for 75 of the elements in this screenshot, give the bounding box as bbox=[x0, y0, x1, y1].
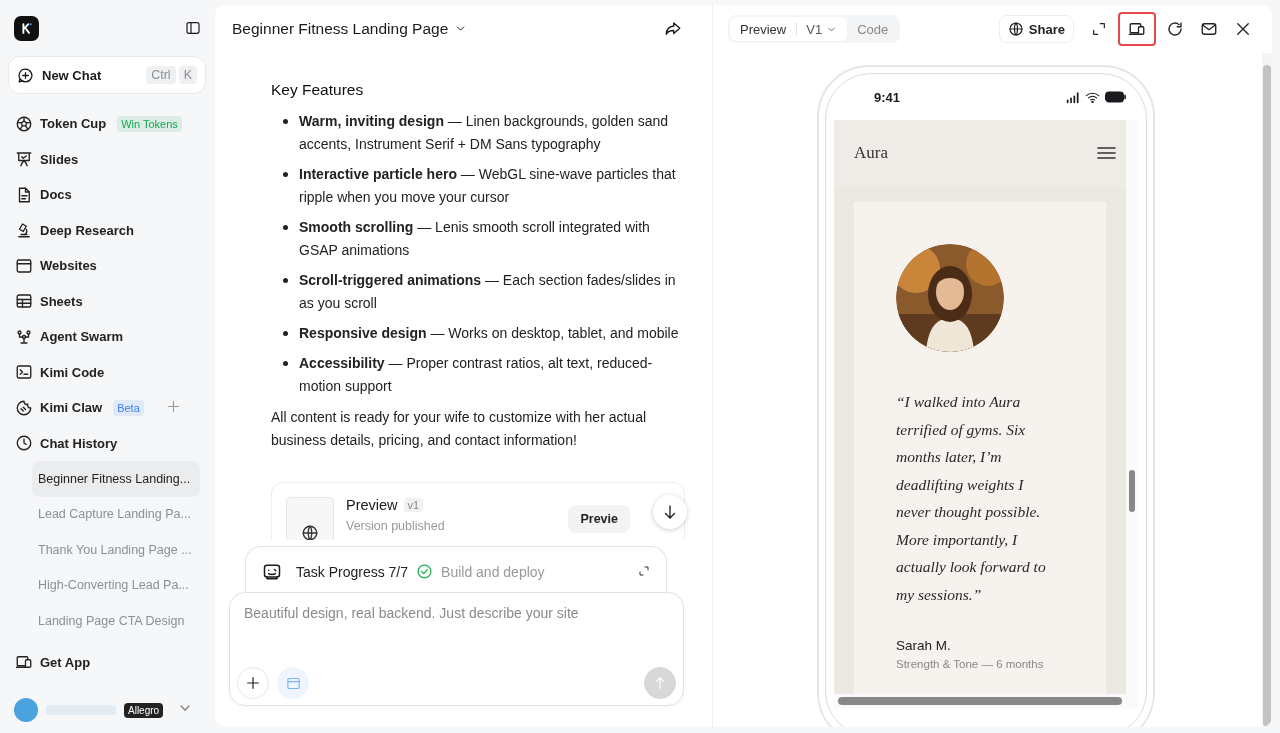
share-arrow-icon bbox=[664, 19, 682, 38]
scrollbar[interactable] bbox=[1262, 53, 1272, 727]
terminal-icon bbox=[15, 363, 33, 382]
plus-icon bbox=[245, 675, 261, 691]
plus-icon bbox=[166, 398, 181, 414]
preview-button[interactable]: Previe bbox=[568, 505, 630, 533]
shortcut-key: K bbox=[178, 66, 197, 84]
close-icon bbox=[1234, 20, 1252, 38]
sidebar-item[interactable]: Chat History bbox=[8, 425, 206, 461]
sidebar-item[interactable]: Kimi Claw Beta bbox=[8, 390, 206, 426]
task-step: Build and deploy bbox=[441, 563, 545, 580]
browser-window-icon bbox=[285, 675, 301, 691]
expand-icon bbox=[1091, 21, 1107, 37]
testimonial-quote: “I walked into Aura terrified of gyms. Six months later, I’m deadlifting weights I never thought possible. More importantly, I actually look forward to my sessions.” bbox=[896, 392, 1047, 605]
devices-icon bbox=[1128, 20, 1146, 38]
expand-icon bbox=[638, 564, 650, 577]
get-app-link[interactable]: Get App bbox=[8, 644, 206, 680]
chat-plus-icon bbox=[17, 66, 34, 84]
message-text: All content is ready for your wife to customize with her actual business details, pricing, and contact information! bbox=[271, 408, 648, 450]
add-button[interactable] bbox=[237, 667, 269, 699]
app-logo[interactable] bbox=[14, 15, 39, 41]
section-heading: Key Features bbox=[271, 81, 365, 99]
nav-badge: Win Tokens bbox=[117, 115, 182, 132]
scroll-down-button[interactable] bbox=[653, 495, 687, 529]
version-badge: v1 bbox=[403, 498, 424, 512]
check-circle-icon bbox=[416, 563, 434, 580]
testimonial-name: Sarah M. bbox=[896, 638, 952, 653]
feature-item: Scroll-triggered animations — Each section fades/slides in as you scroll bbox=[283, 269, 692, 315]
site-logo[interactable]: Aura bbox=[854, 143, 888, 163]
version-dropdown[interactable]: V1 bbox=[797, 17, 848, 41]
sidebar-item[interactable]: Kimi Code bbox=[8, 354, 206, 390]
user-avatar[interactable] bbox=[14, 698, 38, 722]
view-tab[interactable]: Preview bbox=[730, 17, 797, 41]
signal-icon bbox=[1065, 89, 1081, 105]
status-time: 9:41 bbox=[874, 89, 901, 105]
toolbar-button[interactable] bbox=[1118, 12, 1156, 46]
message-input[interactable]: Beautiful design, real backend. Just describe your site bbox=[229, 592, 684, 706]
feature-item: Accessibility — Proper contrast ratios, alt text, reduced-motion support bbox=[283, 352, 692, 398]
feature-item: Smooth scrolling — Lenis smooth scroll integrated with GSAP animations bbox=[283, 216, 692, 262]
sidebar-item[interactable]: Sheets bbox=[8, 283, 206, 319]
mail-icon bbox=[1200, 20, 1218, 38]
arrow-up-icon bbox=[652, 675, 668, 691]
nav-badge: Beta bbox=[113, 399, 144, 416]
testimonial-role: Strength & Tone — 6 months bbox=[896, 658, 1045, 670]
globe-icon bbox=[301, 524, 319, 540]
clock-icon bbox=[15, 434, 33, 453]
presentation-icon bbox=[15, 150, 33, 169]
feature-item: Responsive design — Works on desktop, tablet, and mobile bbox=[283, 322, 692, 345]
prompt-textarea[interactable]: Beautiful design, real backend. Just describe your site bbox=[244, 605, 664, 645]
network-icon bbox=[15, 327, 33, 346]
sidebar-item[interactable]: Deep Research bbox=[8, 212, 206, 248]
recent-chat-link[interactable]: Beginner Fitness Landing... bbox=[32, 461, 200, 497]
chat-title-dropdown[interactable]: Beginner Fitness Landing Page bbox=[232, 19, 468, 38]
preview-status: Version published bbox=[346, 519, 445, 533]
ball-icon bbox=[15, 114, 33, 133]
plan-badge: Allegro bbox=[124, 702, 164, 718]
globe-icon bbox=[1007, 21, 1024, 37]
task-progress-label: Task Progress 7/7 bbox=[296, 563, 409, 580]
sidebar-item[interactable]: Token Cup Win Tokens bbox=[8, 106, 206, 142]
feature-item: Interactive particle hero — WebGL sine-wave particles that ripple when you move your cursor bbox=[283, 163, 692, 209]
preview-title: Preview bbox=[346, 497, 398, 513]
sidebar-item[interactable]: Agent Swarm bbox=[8, 319, 206, 355]
shortcut-key: Ctrl bbox=[146, 66, 176, 84]
feature-item: Warm, inviting design — Linen backgrounds, golden sand accents, Instrument Serif + DM Sans typography bbox=[283, 110, 692, 156]
new-chat-button[interactable]: New Chat Ctrl K bbox=[8, 56, 206, 94]
sidebar-toggle-icon bbox=[185, 20, 201, 36]
table-icon bbox=[15, 292, 33, 311]
microscope-icon bbox=[15, 221, 33, 240]
refresh-icon bbox=[1166, 20, 1184, 38]
sidebar-item[interactable]: Docs bbox=[8, 177, 206, 213]
share-button[interactable]: Share bbox=[998, 15, 1074, 43]
sidebar-item[interactable]: Slides bbox=[8, 141, 206, 177]
sidebar-item[interactable]: Websites bbox=[8, 248, 206, 284]
claw-icon bbox=[15, 398, 33, 417]
browser-window-icon bbox=[15, 256, 33, 275]
